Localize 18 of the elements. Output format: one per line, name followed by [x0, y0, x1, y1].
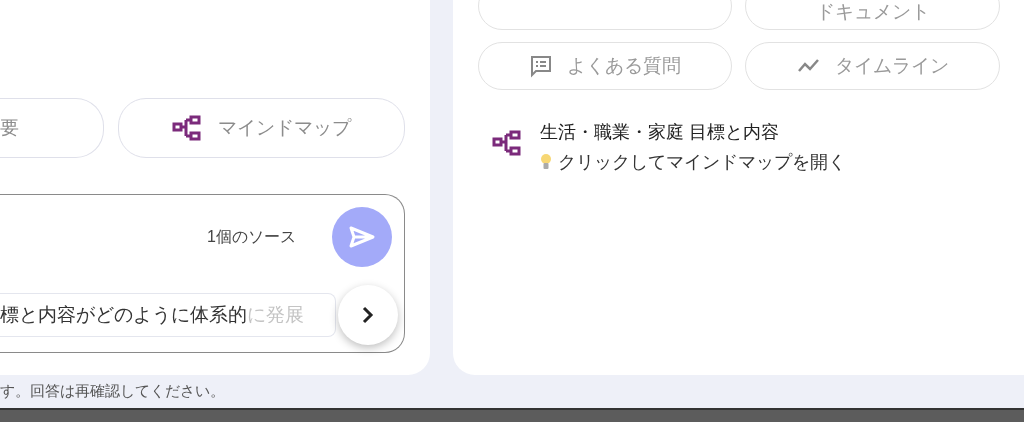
- suggestion-chip[interactable]: 標と内容がどのように体系的に発展: [0, 293, 336, 337]
- output-button[interactable]: よくある質問: [478, 42, 732, 90]
- output-button[interactable]: タイムライン: [745, 42, 1000, 90]
- disclaimer-text: す。回答は再確認してください。: [0, 382, 225, 401]
- next-button[interactable]: [338, 285, 398, 345]
- output-button[interactable]: 要: [0, 98, 104, 158]
- output-button[interactable]: ドキュメント: [745, 0, 1000, 30]
- note-title[interactable]: 生活・職業・家庭 目標と内容: [540, 120, 846, 144]
- mindmap-icon: [171, 115, 202, 141]
- chevron-right-icon: [361, 306, 375, 324]
- send-icon: [348, 225, 376, 249]
- output-button[interactable]: マインドマップ: [117, 98, 405, 158]
- hint-text: クリックしてマインドマップを開く: [558, 151, 846, 174]
- comment-icon: [529, 54, 553, 78]
- timeline-icon: [796, 58, 821, 74]
- mindmap-icon: [492, 130, 522, 156]
- lightbulb-icon: [540, 153, 552, 171]
- source-count: 1個のソース: [207, 226, 296, 247]
